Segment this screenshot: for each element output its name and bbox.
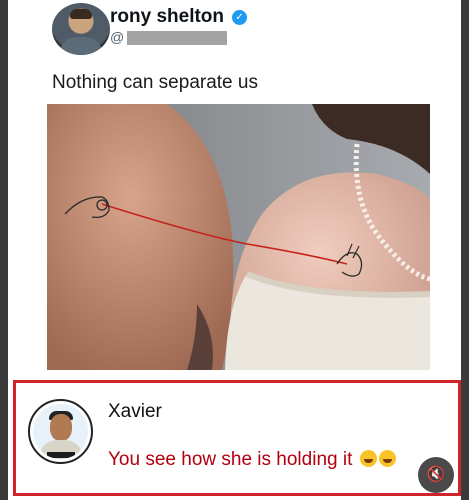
post-text: Nothing can separate us: [52, 72, 258, 93]
commenter-avatar-photo: [33, 404, 88, 459]
comment-text: You see how she is holding it: [108, 449, 396, 471]
avatar-shirt: [60, 37, 102, 55]
screen-frame: rony shelton ✓ @ Nothing can separate us: [0, 0, 469, 500]
commenter-avatar[interactable]: [28, 399, 93, 464]
redacted-handle: [127, 31, 227, 45]
commenter-badge: [47, 452, 75, 458]
highlighted-comment: Xavier You see how she is holding it: [13, 380, 461, 496]
post-card: rony shelton ✓ @ Nothing can separate us: [8, 0, 461, 500]
commenter-name[interactable]: Xavier: [108, 401, 162, 423]
verified-badge-icon: ✓: [232, 10, 247, 25]
speaker-muted-icon: 🔇: [426, 466, 446, 483]
rolling-on-floor-laughing-emoji: [378, 450, 396, 467]
post-photo[interactable]: [47, 104, 430, 370]
commenter-face: [50, 414, 72, 441]
mute-button[interactable]: 🔇: [418, 457, 454, 493]
rolling-on-floor-laughing-emoji: [359, 450, 377, 467]
comment-text-body: You see how she is holding it: [108, 449, 353, 470]
author-handle-prefix: @: [110, 29, 125, 45]
avatar-hair: [70, 9, 92, 19]
author-avatar[interactable]: [52, 3, 110, 55]
author-name[interactable]: rony shelton: [110, 6, 224, 28]
